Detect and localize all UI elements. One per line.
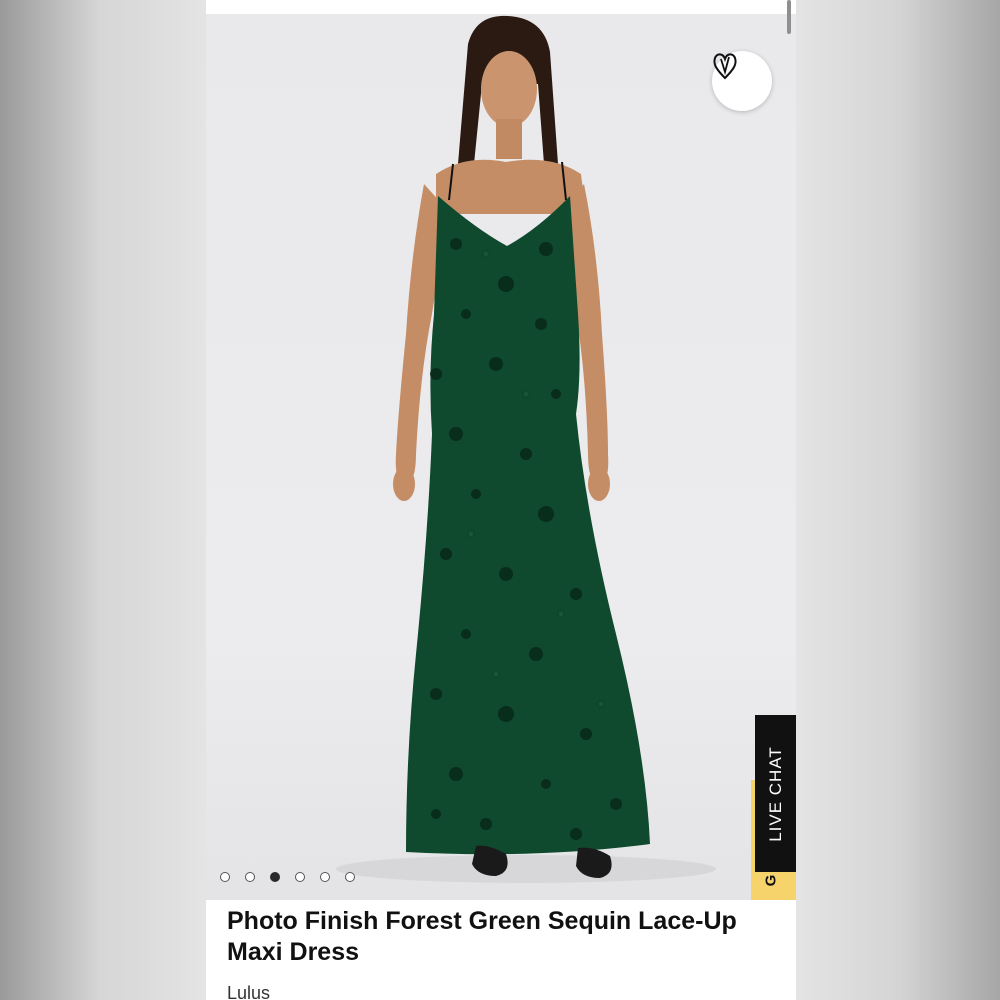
phone-screen: G LIVE CHAT Photo Finish Forest Green Se… — [206, 0, 796, 1000]
dress — [406, 196, 650, 855]
scroll-indicator[interactable] — [787, 0, 791, 34]
gallery-dot[interactable] — [295, 872, 305, 882]
gallery-dot[interactable] — [245, 872, 255, 882]
live-chat-button[interactable]: LIVE CHAT — [755, 715, 796, 872]
wishlist-button[interactable] — [712, 51, 772, 111]
gallery-pagination — [220, 872, 355, 882]
neck — [496, 119, 522, 159]
model-photo — [336, 15, 716, 883]
face — [481, 51, 537, 127]
promo-tab-letter: G — [762, 874, 780, 887]
floor-shadow — [336, 855, 716, 883]
live-chat-label: LIVE CHAT — [765, 745, 785, 842]
gallery-dot[interactable] — [345, 872, 355, 882]
gallery-dot[interactable] — [220, 872, 230, 882]
status-bar — [206, 0, 796, 14]
gallery-dot[interactable] — [270, 872, 280, 882]
gallery-dot[interactable] — [320, 872, 330, 882]
product-image[interactable]: G LIVE CHAT — [206, 14, 796, 900]
product-brand[interactable]: Lulus — [227, 983, 270, 1000]
heart-outline-icon — [713, 53, 737, 80]
product-title: Photo Finish Forest Green Sequin Lace-Up… — [227, 907, 737, 966]
